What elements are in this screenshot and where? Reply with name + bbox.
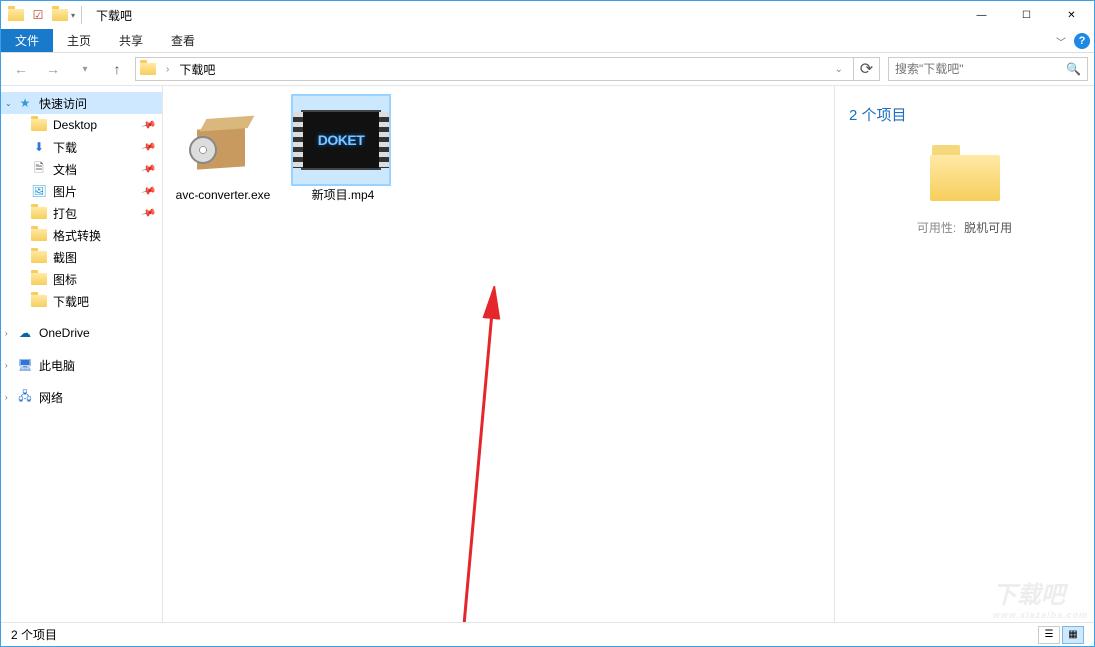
refresh-button[interactable]: ⟳ — [854, 57, 880, 81]
video-icon: DOKET — [293, 96, 389, 184]
chevron-down-icon[interactable]: ⌄ — [5, 99, 13, 108]
pc-icon: 🖥 — [17, 357, 33, 373]
file-list[interactable]: avc-converter.exe DOKET 新项目.mp4 — [163, 86, 834, 622]
sidebar-item-label: 下载 — [53, 139, 77, 156]
sidebar-item-xiazaiba[interactable]: 下载吧 — [1, 290, 162, 312]
details-availability-label: 可用性: — [917, 219, 956, 236]
video-thumb-text: DOKET — [318, 132, 365, 148]
folder-icon — [140, 61, 156, 77]
file-label: avc-converter.exe — [173, 188, 273, 204]
folder-icon — [31, 293, 47, 309]
nav-forward-button: → — [39, 57, 67, 81]
navigation-pane[interactable]: ⌄ ★ 快速访问 Desktop 📌 ⬇ 下载 📌 🗎 文档 📌 🖼 图片 📌 … — [1, 86, 163, 622]
status-item-count: 2 个项目 — [11, 626, 57, 643]
sidebar-item-desktop[interactable]: Desktop 📌 — [1, 114, 162, 136]
address-path-segment[interactable]: 下载吧 — [179, 61, 215, 78]
pin-icon: 📌 — [140, 117, 156, 133]
details-availability-value: 脱机可用 — [964, 219, 1012, 236]
ribbon-tab-share[interactable]: 共享 — [105, 29, 157, 52]
file-item-video[interactable]: DOKET 新项目.mp4 — [293, 96, 393, 204]
main-area: ⌄ ★ 快速访问 Desktop 📌 ⬇ 下载 📌 🗎 文档 📌 🖼 图片 📌 … — [1, 85, 1094, 622]
pin-icon: 📌 — [140, 183, 156, 199]
ribbon-collapse-icon[interactable]: ﹀ — [1056, 34, 1066, 49]
star-icon: ★ — [17, 95, 33, 111]
sidebar-item-downloads[interactable]: ⬇ 下载 📌 — [1, 136, 162, 158]
separator — [81, 6, 82, 24]
sidebar-quick-access[interactable]: ⌄ ★ 快速访问 — [1, 92, 162, 114]
folder-icon — [31, 117, 47, 133]
close-button[interactable]: ✕ — [1049, 1, 1094, 29]
document-icon: 🗎 — [31, 161, 47, 177]
picture-icon: 🖼 — [31, 183, 47, 199]
search-icon[interactable]: 🔍 — [1066, 62, 1081, 76]
details-pane: 2 个项目 可用性: 脱机可用 — [834, 86, 1094, 622]
download-icon: ⬇ — [31, 139, 47, 155]
help-icon[interactable]: ? — [1074, 33, 1090, 49]
chevron-right-icon[interactable]: › — [5, 393, 13, 402]
ribbon-tab-file[interactable]: 文件 — [1, 29, 53, 52]
file-item-exe[interactable]: avc-converter.exe — [173, 96, 273, 204]
sidebar-item-label: 下载吧 — [53, 293, 89, 310]
sidebar-item-label: 格式转换 — [53, 227, 101, 244]
sidebar-item-documents[interactable]: 🗎 文档 📌 — [1, 158, 162, 180]
address-bar-row: ← → ▾ ↑ › 下载吧 ⌄ ⟳ 🔍 — [1, 53, 1094, 85]
sidebar-item-label: 文档 — [53, 161, 77, 178]
search-input[interactable] — [895, 62, 1066, 76]
pin-icon: 📌 — [140, 161, 156, 177]
folder-icon — [31, 205, 47, 221]
sidebar-onedrive[interactable]: › ☁ OneDrive — [1, 322, 162, 344]
folder-icon — [31, 271, 47, 287]
window-title: 下载吧 — [96, 7, 132, 24]
sidebar-label: 此电脑 — [39, 357, 75, 374]
nav-back-button[interactable]: ← — [7, 57, 35, 81]
sidebar-item-label: Desktop — [53, 118, 97, 132]
view-details-button[interactable]: ☰ — [1038, 626, 1060, 644]
sidebar-item-tubiao[interactable]: 图标 — [1, 268, 162, 290]
sidebar-item-pictures[interactable]: 🖼 图片 📌 — [1, 180, 162, 202]
cloud-icon: ☁ — [17, 325, 33, 341]
view-icons-button[interactable]: ▦ — [1062, 626, 1084, 644]
minimize-button[interactable]: — — [959, 1, 1004, 29]
chevron-right-icon[interactable]: › — [162, 64, 173, 75]
nav-up-button[interactable]: ↑ — [103, 57, 131, 81]
address-dropdown-icon[interactable]: ⌄ — [829, 64, 849, 75]
exe-icon — [173, 96, 269, 184]
sidebar-item-label: 截图 — [53, 249, 77, 266]
title-bar: ☑ ▾ 下载吧 — ☐ ✕ — [1, 1, 1094, 29]
network-icon: 🖧 — [17, 389, 33, 405]
annotation-arrow — [453, 286, 533, 646]
sidebar-label: 网络 — [39, 389, 63, 406]
sidebar-item-jietu[interactable]: 截图 — [1, 246, 162, 268]
details-title: 2 个项目 — [849, 104, 1080, 125]
qat-folder-icon[interactable] — [51, 6, 69, 24]
address-bar[interactable]: › 下载吧 ⌄ — [135, 57, 854, 81]
status-bar: 2 个项目 ☰ ▦ — [1, 622, 1094, 646]
maximize-button[interactable]: ☐ — [1004, 1, 1049, 29]
sidebar-network[interactable]: › 🖧 网络 — [1, 386, 162, 408]
sidebar-item-dabao[interactable]: 打包 📌 — [1, 202, 162, 224]
ribbon-tabs: 文件 主页 共享 查看 ﹀ ? — [1, 29, 1094, 53]
nav-recent-button[interactable]: ▾ — [71, 57, 99, 81]
qat-props-icon[interactable]: ☑ — [29, 6, 47, 24]
pin-icon: 📌 — [140, 205, 156, 221]
folder-icon — [31, 227, 47, 243]
sidebar-item-label: 打包 — [53, 205, 77, 222]
chevron-right-icon[interactable]: › — [5, 329, 13, 338]
sidebar-label: 快速访问 — [39, 95, 87, 112]
sidebar-item-geshi[interactable]: 格式转换 — [1, 224, 162, 246]
file-label: 新项目.mp4 — [293, 188, 393, 204]
sidebar-this-pc[interactable]: › 🖥 此电脑 — [1, 354, 162, 376]
sidebar-label: OneDrive — [39, 326, 90, 340]
folder-icon — [7, 6, 25, 24]
pin-icon: 📌 — [140, 139, 156, 155]
qat-dropdown-icon[interactable]: ▾ — [71, 11, 75, 20]
sidebar-item-label: 图片 — [53, 183, 77, 200]
search-box[interactable]: 🔍 — [888, 57, 1088, 81]
folder-large-icon — [930, 145, 1000, 201]
ribbon-tab-home[interactable]: 主页 — [53, 29, 105, 52]
sidebar-item-label: 图标 — [53, 271, 77, 288]
ribbon-tab-view[interactable]: 查看 — [157, 29, 209, 52]
folder-icon — [31, 249, 47, 265]
chevron-right-icon[interactable]: › — [5, 361, 13, 370]
